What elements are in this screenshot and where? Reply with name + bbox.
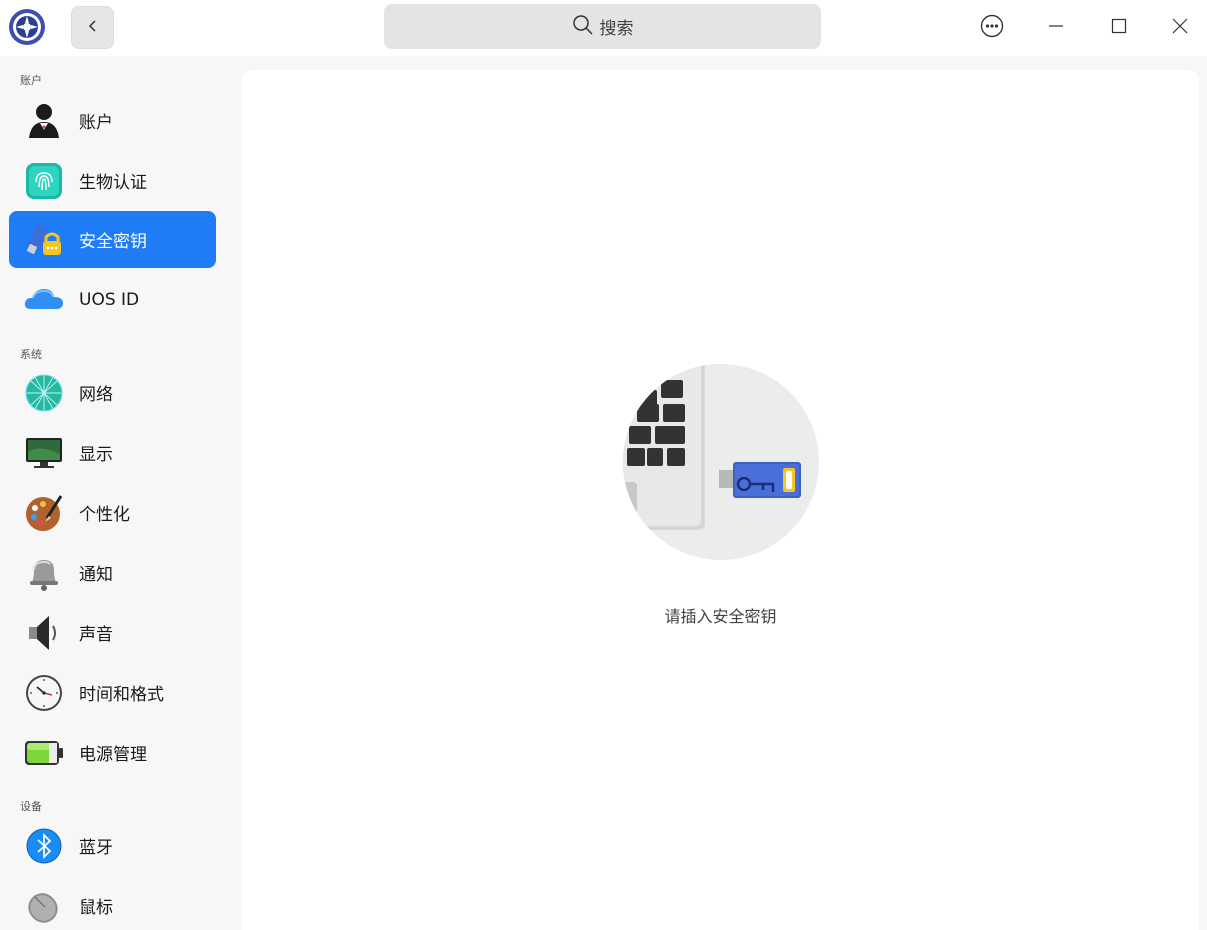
search-placeholder: 搜索	[599, 19, 634, 39]
maximize-icon	[1111, 18, 1127, 38]
search-input[interactable]: 搜索	[384, 4, 821, 49]
sidebar-item-biometric[interactable]: 生物认证	[9, 152, 216, 209]
sidebar-item-label: 时间和格式	[79, 685, 164, 705]
speaker-icon	[23, 612, 65, 654]
maximize-button[interactable]	[1103, 12, 1135, 44]
sidebar-item-network[interactable]: 网络	[9, 364, 216, 421]
sidebar-item-security-key[interactable]: 安全密钥	[9, 211, 216, 268]
security-key-panel: 请插入安全密钥	[242, 70, 1199, 930]
minimize-icon	[1048, 18, 1064, 38]
search-icon	[572, 14, 594, 40]
sidebar-item-datetime[interactable]: 时间和格式	[9, 664, 216, 721]
sidebar-item-label: 蓝牙	[79, 838, 113, 858]
bell-icon	[23, 552, 65, 594]
sidebar-item-label: 安全密钥	[79, 232, 147, 252]
close-icon	[1172, 18, 1188, 38]
sidebar-item-label: 显示	[79, 445, 113, 465]
sidebar-item-label: 网络	[79, 385, 113, 405]
sidebar-item-display[interactable]: 显示	[9, 424, 216, 481]
mouse-icon	[23, 885, 65, 927]
control-center-logo-icon	[8, 8, 46, 46]
sidebar-item-mouse[interactable]: 鼠标	[9, 877, 216, 930]
section-label-devices: 设备	[20, 800, 42, 813]
main-menu-button[interactable]	[976, 12, 1008, 44]
insert-security-key-illustration	[623, 364, 819, 560]
battery-icon	[23, 732, 65, 774]
sidebar-item-personalization[interactable]: 个性化	[9, 484, 216, 541]
sidebar-item-uos-id[interactable]: UOS ID	[9, 271, 216, 328]
sidebar-item-label: 声音	[79, 625, 113, 645]
sidebar-item-label: 账户	[79, 113, 113, 133]
security-key-icon	[23, 219, 65, 261]
insert-key-prompt: 请插入安全密钥	[664, 607, 777, 626]
clock-icon	[23, 672, 65, 714]
sidebar-item-label: UOS ID	[79, 289, 140, 310]
sidebar-item-power[interactable]: 电源管理	[9, 724, 216, 781]
sidebar-item-label: 电源管理	[79, 745, 147, 765]
sidebar-item-bluetooth[interactable]: 蓝牙	[9, 817, 216, 874]
sidebar-item-label: 个性化	[79, 505, 130, 525]
chevron-left-icon	[86, 18, 100, 37]
sidebar-item-label: 生物认证	[79, 173, 147, 193]
section-label-system: 系统	[20, 348, 42, 361]
close-button[interactable]	[1164, 12, 1196, 44]
sidebar-item-label: 通知	[79, 565, 113, 585]
display-icon	[23, 432, 65, 474]
network-icon	[23, 372, 65, 414]
sidebar-item-account[interactable]: 账户	[9, 92, 216, 149]
fingerprint-icon	[23, 160, 65, 202]
back-button[interactable]	[71, 6, 114, 49]
palette-icon	[23, 492, 65, 534]
sidebar-item-label: 鼠标	[79, 898, 113, 918]
title-bar: 搜索	[0, 0, 1207, 56]
account-icon	[23, 100, 65, 142]
more-options-icon	[980, 14, 1004, 42]
minimize-button[interactable]	[1040, 12, 1072, 44]
sidebar-item-notification[interactable]: 通知	[9, 544, 216, 601]
section-label-accounts: 账户	[20, 74, 42, 87]
bluetooth-icon	[23, 825, 65, 867]
cloud-icon	[23, 279, 65, 321]
sidebar-item-sound[interactable]: 声音	[9, 604, 216, 661]
sidebar: 账户 账户 生物认证 安全密钥 UOS ID 系统 网络 显示 个性化 通知 声…	[0, 56, 231, 930]
